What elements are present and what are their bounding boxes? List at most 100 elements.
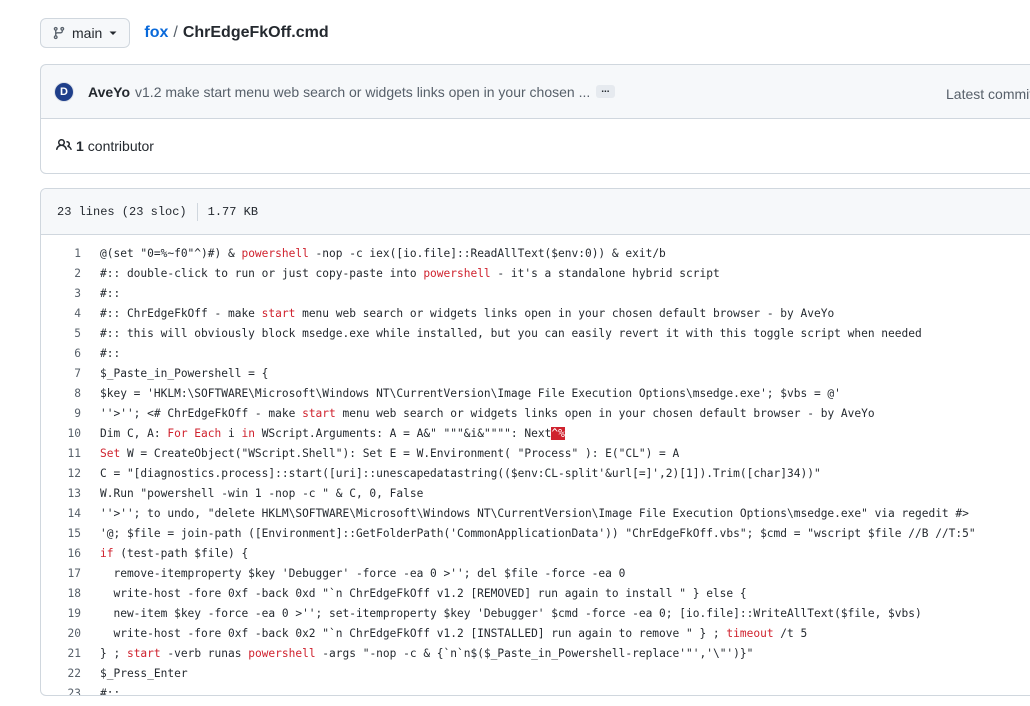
- line-number[interactable]: 10: [41, 427, 81, 440]
- code-text: '@; $file = join-path ([Environment]::Ge…: [81, 527, 976, 540]
- code-text: #::: [81, 347, 120, 360]
- line-number[interactable]: 13: [41, 487, 81, 500]
- code-viewer: 23 lines (23 sloc) 1.77 KB 1 @(set "0=%~f…: [40, 188, 1030, 696]
- code-line: 9 ''>''; <# ChrEdgeFkOff - make start men…: [41, 403, 1030, 423]
- latest-commit-link[interactable]: Latest commit: [946, 86, 1030, 102]
- line-number[interactable]: 5: [41, 327, 81, 340]
- code-token: start: [126, 646, 161, 660]
- line-number[interactable]: 21: [41, 647, 81, 660]
- code-line: 11 Set W = CreateObject("WScript.Shell"):…: [41, 443, 1030, 463]
- line-number[interactable]: 19: [41, 607, 81, 620]
- code-text: W.Run "powershell -win 1 -nop -c " & C, …: [81, 487, 423, 500]
- code-line: 23 #::: [41, 683, 1030, 696]
- line-number[interactable]: 4: [41, 307, 81, 320]
- avatar[interactable]: D: [54, 81, 74, 102]
- code-token: powershell: [423, 266, 491, 280]
- line-number[interactable]: 22: [41, 667, 81, 680]
- code-token: ''>''; to undo, "delete HKLM\SOFTWARE\Mi…: [100, 506, 969, 520]
- code-text: } ; start -verb runas powershell -args "…: [81, 647, 753, 660]
- code-text: #:: double-click to run or just copy-pas…: [81, 267, 720, 280]
- line-number[interactable]: 14: [41, 507, 81, 520]
- line-number[interactable]: 20: [41, 627, 81, 640]
- code-token: C = "[diagnostics.process]::start([uri]:…: [100, 466, 821, 480]
- code-line: 5 #:: this will obviously block msedge.ex…: [41, 323, 1030, 343]
- line-number[interactable]: 6: [41, 347, 81, 360]
- code-line: 6 #::: [41, 343, 1030, 363]
- code-token: /t 5: [773, 626, 808, 640]
- code-token: ^%: [551, 426, 565, 440]
- git-branch-icon: [52, 26, 66, 40]
- line-number[interactable]: 1: [41, 247, 81, 260]
- code-text: remove-itemproperty $key 'Debugger' -for…: [81, 567, 625, 580]
- code-line: 20 write-host -fore 0xf -back 0x2 "`n Ch…: [41, 623, 1030, 643]
- code-token: i: [221, 426, 242, 440]
- contributor-count[interactable]: 1: [76, 138, 84, 154]
- code-text: Set W = CreateObject("WScript.Shell"): S…: [81, 447, 679, 460]
- file-info-header: 23 lines (23 sloc) 1.77 KB: [41, 189, 1030, 235]
- code-line: 14 ''>''; to undo, "delete HKLM\SOFTWARE\…: [41, 503, 1030, 523]
- code-text: ''>''; to undo, "delete HKLM\SOFTWARE\Mi…: [81, 507, 969, 520]
- code-token: #::: [100, 286, 121, 300]
- code-line: 13 W.Run "powershell -win 1 -nop -c " & C…: [41, 483, 1030, 503]
- line-number[interactable]: 9: [41, 407, 81, 420]
- commit-message-link[interactable]: v1.2 make start menu web search or widge…: [135, 84, 590, 100]
- code-line: 4 #:: ChrEdgeFkOff - make start menu web …: [41, 303, 1030, 323]
- code-token: $key = 'HKLM:\SOFTWARE\Microsoft\Windows…: [100, 386, 841, 400]
- code-token: start: [261, 306, 296, 320]
- code-token: -args "-nop -c & {`n`n$($_Paste_in_Power…: [315, 646, 754, 660]
- breadcrumb: fox / ChrEdgeFkOff.cmd: [144, 24, 328, 42]
- latest-commit-bar: D AveYo v1.2 make start menu web search …: [40, 64, 1030, 118]
- code-token: #:: double-click to run or just copy-pas…: [100, 266, 424, 280]
- code-text: write-host -fore 0xf -back 0x2 "`n ChrEd…: [81, 627, 807, 640]
- code-token: start: [302, 406, 336, 420]
- commit-author-link[interactable]: AveYo: [88, 84, 130, 100]
- commit-expand-button[interactable]: ...: [596, 85, 615, 98]
- line-number[interactable]: 18: [41, 587, 81, 600]
- line-number[interactable]: 3: [41, 287, 81, 300]
- code-text: $key = 'HKLM:\SOFTWARE\Microsoft\Windows…: [81, 387, 841, 400]
- file-header: main fox / ChrEdgeFkOff.cmd: [40, 17, 329, 49]
- divider: [196, 202, 198, 221]
- code-token: - it's a standalone hybrid script: [490, 266, 720, 280]
- line-number[interactable]: 2: [41, 267, 81, 280]
- code-token: '@; $file = join-path ([Environment]::Ge…: [100, 526, 976, 540]
- line-number[interactable]: 16: [41, 547, 81, 560]
- code-token: -nop -c iex([io.file]::ReadAllText($env:…: [308, 246, 666, 260]
- code-line: 7 $_Paste_in_Powershell = {: [41, 363, 1030, 383]
- code-line: 18 write-host -fore 0xf -back 0xd "`n Ch…: [41, 583, 1030, 603]
- code-lines: 1 @(set "0=%~f0"^)#) & powershell -nop -c…: [41, 235, 1030, 696]
- code-line: 17 remove-itemproperty $key 'Debugger' -…: [41, 563, 1030, 583]
- line-number[interactable]: 17: [41, 567, 81, 580]
- line-number[interactable]: 8: [41, 387, 81, 400]
- line-number[interactable]: 11: [41, 447, 81, 460]
- code-token: menu web search or widgets links open in…: [335, 406, 875, 420]
- contributor-label[interactable]: contributor: [88, 138, 154, 154]
- code-token: $_Paste_in_Powershell = {: [100, 366, 269, 380]
- code-line: 8 $key = 'HKLM:\SOFTWARE\Microsoft\Window…: [41, 383, 1030, 403]
- contributors-bar: 1 contributor: [40, 118, 1030, 174]
- line-number[interactable]: 23: [41, 687, 81, 696]
- breadcrumb-file-name: ChrEdgeFkOff.cmd: [182, 24, 329, 41]
- chevron-down-icon: [108, 28, 118, 38]
- breadcrumb-repo-link[interactable]: fox: [144, 24, 168, 42]
- code-token: timeout: [726, 626, 774, 640]
- line-number[interactable]: 12: [41, 467, 81, 480]
- line-number[interactable]: 7: [41, 367, 81, 380]
- line-number[interactable]: 15: [41, 527, 81, 540]
- code-line: 21} ; start -verb runas powershell -args…: [41, 643, 1030, 663]
- people-icon: [56, 137, 76, 156]
- code-token: W = CreateObject("WScript.Shell"): Set E…: [120, 446, 680, 460]
- code-token: #::: [100, 346, 121, 360]
- code-token: write-host -fore 0xf -back 0x2 "`n ChrEd…: [100, 626, 727, 640]
- code-token: ''>''; <# ChrEdgeFkOff - make: [100, 406, 303, 420]
- code-token: new-item $key -force -ea 0 >''; set-item…: [100, 606, 922, 620]
- code-token: #:: this will obviously block msedge.exe…: [100, 326, 922, 340]
- branch-select-button[interactable]: main: [40, 18, 131, 48]
- code-text: Dim C, A: For Each i in WScript.Argument…: [81, 426, 565, 440]
- code-token: #:: ChrEdgeFkOff - make: [100, 306, 262, 320]
- code-line: 3 #::: [41, 283, 1030, 303]
- file-size: 1.77 KB: [207, 204, 259, 219]
- breadcrumb-separator: /: [173, 24, 178, 41]
- code-token: powershell: [248, 646, 316, 660]
- code-text: write-host -fore 0xf -back 0xd "`n ChrEd…: [81, 587, 746, 600]
